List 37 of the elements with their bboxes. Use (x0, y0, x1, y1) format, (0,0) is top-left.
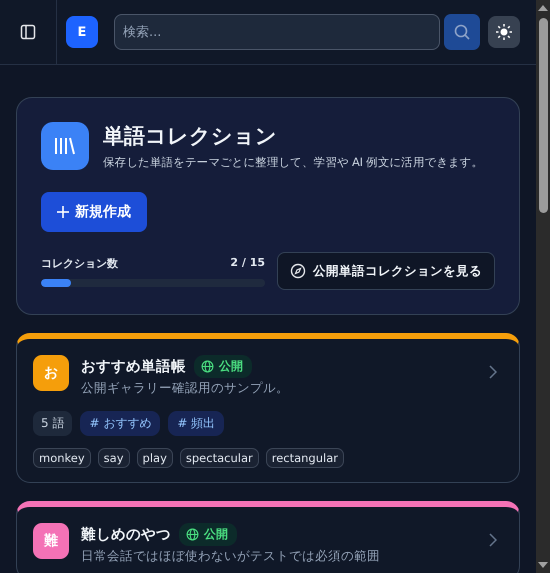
word-count: 5 語 (33, 411, 72, 436)
public-badge: 公開 (194, 355, 252, 378)
word-chip: monkey (33, 448, 91, 468)
library-icon (41, 122, 89, 170)
collection-title: 難しめのやつ (81, 526, 171, 544)
public-collections-button[interactable]: 公開単語コレクションを見る (277, 252, 495, 290)
collection-description: 日常会話ではほぼ使わないがテストでは必須の範囲 (81, 548, 381, 565)
page-description: 保存した単語をテーマごとに整理して、学習や AI 例文に活用できます。 (103, 155, 484, 170)
avatar[interactable]: E (66, 16, 98, 48)
collection-avatar: 難 (33, 523, 69, 559)
theme-toggle-button[interactable] (488, 16, 520, 48)
compass-icon (290, 263, 306, 279)
page-title: 単語コレクション (103, 123, 278, 150)
scrollbar[interactable] (536, 0, 550, 573)
word-chip: rectangular (266, 448, 344, 468)
chevron-right-icon (489, 533, 497, 547)
collection-avatar: お (33, 355, 69, 391)
word-chip: spectacular (180, 448, 259, 468)
create-button[interactable]: 新規作成 (41, 192, 147, 232)
sun-icon (495, 23, 513, 41)
tag: # 頻出 (168, 411, 224, 436)
search-icon (453, 23, 471, 41)
collection-card[interactable]: お おすすめ単語帳 公開 公開ギャラリー確認用のサンプル。 5 語 # おすすめ # 頻出 monkey say play spectacular rectangular (16, 333, 520, 483)
chevron-right-icon (489, 365, 497, 379)
count-label: コレクション数 (41, 256, 118, 270)
collection-title: おすすめ単語帳 (81, 358, 186, 376)
count-value: 2 / 15 (230, 256, 265, 270)
tag: # おすすめ (80, 411, 160, 436)
sidebar-toggle-icon[interactable] (20, 24, 36, 40)
search-field[interactable]: 検索... (114, 14, 440, 50)
search-button[interactable] (444, 14, 480, 50)
collection-description: 公開ギャラリー確認用のサンプル。 (81, 380, 290, 397)
word-chip: say (98, 448, 130, 468)
public-badge: 公開 (179, 523, 237, 546)
plus-icon (57, 206, 69, 218)
word-chip: play (136, 448, 173, 468)
collection-card[interactable]: 難 難しめのやつ 公開 日常会話ではほぼ使わないがテストでは必須の範囲 (16, 501, 520, 573)
